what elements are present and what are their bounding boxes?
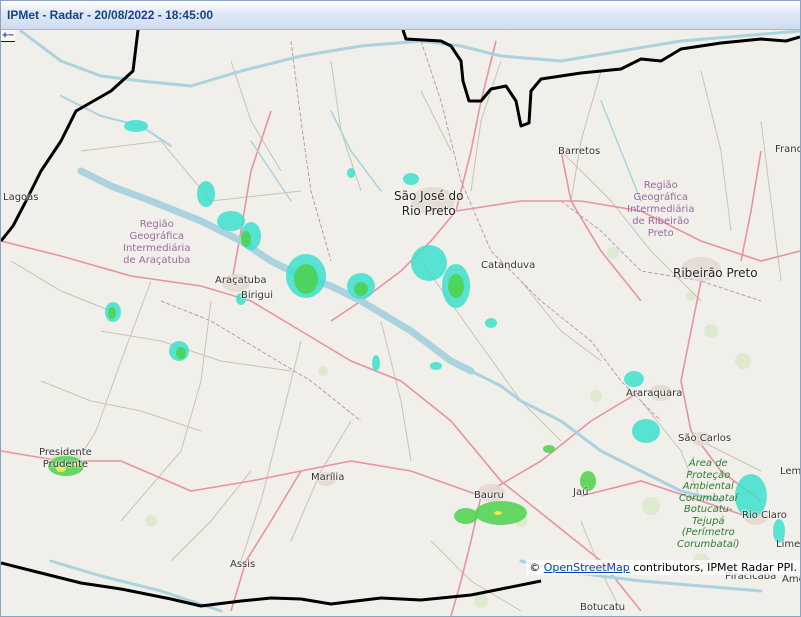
place-label-assis: Assis — [230, 559, 256, 570]
zoom-control-label[interactable]: +− — [2, 30, 14, 41]
place-label-barretos: Barretos — [558, 146, 601, 157]
title-bar: IPMet - Radar - 20/08/2022 - 18:45:00 — [1, 1, 800, 30]
region-label-ribeirao-preto: Região Geográfica Intermediária de Ribei… — [627, 180, 695, 239]
map-attribution: © OpenStreetMap contributors, IPMet Rada… — [526, 560, 800, 575]
region-label-aracatuba: Região Geográfica Intermediária de Araça… — [123, 219, 191, 266]
place-label-ribeirao-preto: Ribeirão Preto — [673, 266, 758, 280]
place-label-sao-carlos: São Carlos — [678, 433, 732, 444]
place-label-marilia: Marília — [311, 472, 345, 483]
zoom-control[interactable]: +− — [1, 30, 16, 42]
place-label-sao-jose-do-rio-preto: São José do Rio Preto — [394, 189, 464, 218]
place-label-lagoas: Lagoas — [3, 192, 39, 203]
place-label-americana: Ame — [782, 574, 800, 585]
place-label-botucatu: Botucatu — [580, 602, 626, 613]
place-label-rio-claro: Rio Claro — [742, 510, 787, 521]
place-label-aracatuba: Araçatuba — [215, 275, 267, 286]
place-label-bauru: Bauru — [474, 490, 504, 501]
protected-area-label: Área de Proteção Ambiental Corumbataí Bo… — [677, 458, 740, 550]
place-label-birigui: Birigui — [241, 290, 273, 301]
place-label-catanduva: Catanduva — [481, 260, 536, 271]
map-viewport[interactable]: São José do Rio Preto Barretos Franc Rib… — [1, 30, 800, 616]
place-label-limeira: Limei — [776, 539, 800, 550]
place-label-franca: Franc — [775, 144, 800, 155]
openstreetmap-link[interactable]: OpenStreetMap — [544, 561, 630, 574]
radar-window: IPMet - Radar - 20/08/2022 - 18:45:00 Sã… — [0, 0, 801, 617]
attribution-suffix: contributors, IPMet Radar PPI. — [629, 561, 797, 574]
attribution-prefix: © — [529, 561, 544, 574]
place-label-jau: Jaú — [573, 487, 589, 498]
place-label-araraquara: Araraquara — [626, 388, 683, 399]
window-title: IPMet - Radar - 20/08/2022 - 18:45:00 — [7, 8, 214, 22]
place-label-presidente-prudente: Presidente Prudente — [39, 447, 92, 470]
place-label-leme: Lem — [780, 466, 800, 477]
